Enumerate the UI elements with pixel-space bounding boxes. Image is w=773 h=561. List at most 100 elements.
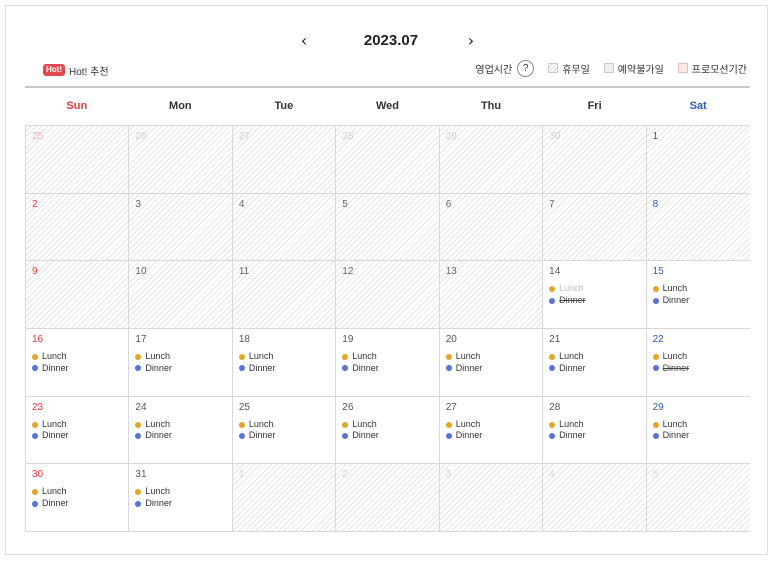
dinner-slot[interactable]: Dinner bbox=[32, 430, 128, 442]
calendar-day-cell[interactable]: 14 Lunch Dinner bbox=[543, 261, 647, 330]
calendar-day-cell: 12 bbox=[336, 261, 440, 330]
dinner-dot-icon bbox=[135, 500, 142, 507]
lunch-label: Lunch bbox=[455, 351, 481, 362]
lunch-slot[interactable]: Lunch bbox=[652, 351, 750, 363]
day-number: 29 bbox=[652, 401, 664, 413]
calendar-day-cell[interactable]: 29 Lunch Dinner bbox=[646, 396, 750, 465]
calendar-day-cell[interactable]: 30 Lunch Dinner bbox=[26, 464, 130, 533]
calendar-day-cell: 2 bbox=[336, 464, 440, 533]
calendar-day-cell[interactable]: 24 Lunch Dinner bbox=[129, 396, 233, 465]
lunch-slot[interactable]: Lunch bbox=[32, 419, 128, 431]
dinner-slot[interactable]: Dinner bbox=[652, 430, 750, 442]
lunch-dot-icon bbox=[652, 353, 659, 360]
lunch-slot[interactable]: Lunch bbox=[135, 419, 231, 431]
lunch-label: Lunch bbox=[662, 418, 688, 429]
dinner-slot[interactable]: Dinner bbox=[549, 363, 645, 375]
lunch-label: Lunch bbox=[352, 418, 377, 429]
dinner-slot[interactable]: Dinner bbox=[549, 430, 645, 442]
meal-slots: Lunch Dinner bbox=[445, 419, 542, 442]
dinner-slot[interactable]: Dinner bbox=[32, 498, 128, 510]
calendar-day-cell[interactable]: 22 Lunch Dinner bbox=[646, 329, 750, 397]
dinner-slot[interactable]: Dinner bbox=[238, 362, 335, 375]
lunch-slot[interactable]: Lunch bbox=[135, 351, 231, 363]
lunch-slot[interactable]: Lunch bbox=[32, 486, 128, 498]
lunch-label: Lunch bbox=[662, 283, 688, 294]
holiday-swatch bbox=[548, 63, 559, 73]
lunch-dot-icon bbox=[652, 421, 659, 428]
meal-slots: Lunch Dinner bbox=[342, 419, 438, 442]
lunch-slot[interactable]: Lunch bbox=[549, 351, 645, 363]
lunch-slot[interactable]: Lunch bbox=[549, 419, 645, 431]
legend-promo: 프로모션기간 bbox=[677, 61, 747, 76]
lunch-label: Lunch bbox=[248, 418, 274, 429]
calendar-day-cell[interactable]: 15 Lunch Dinner bbox=[646, 261, 750, 330]
calendar-day-cell[interactable]: 19 Lunch Dinner bbox=[336, 329, 440, 397]
meal-slots: Lunch Dinner bbox=[238, 418, 335, 442]
calendar-day-cell[interactable]: 25 Lunch Dinner bbox=[232, 396, 337, 465]
calendar-day-cell[interactable]: 20 Lunch Dinner bbox=[439, 329, 544, 397]
dinner-slot[interactable]: Dinner bbox=[135, 498, 231, 510]
calendar-day-cell[interactable]: 31 Lunch Dinner bbox=[129, 464, 233, 533]
business-hours-label: 영업시간 bbox=[475, 64, 513, 76]
day-number: 28 bbox=[549, 401, 561, 413]
dinner-slot[interactable]: Dinner bbox=[135, 430, 231, 442]
calendar-day-cell: 9 bbox=[26, 261, 130, 330]
dinner-label: Dinner bbox=[662, 430, 690, 441]
dinner-slot[interactable]: Dinner bbox=[445, 363, 542, 375]
lunch-slot[interactable]: Lunch bbox=[445, 351, 542, 363]
dinner-label: Dinner bbox=[559, 430, 586, 441]
calendar-day-cell[interactable]: 21 Lunch Dinner bbox=[543, 329, 647, 397]
dinner-slot[interactable]: Dinner bbox=[32, 363, 128, 375]
dinner-label: Dinner bbox=[248, 362, 276, 373]
legend-holiday-label: 휴무일 bbox=[562, 64, 590, 76]
day-number: 8 bbox=[652, 198, 659, 210]
dinner-dot-icon bbox=[238, 365, 245, 372]
lunch-dot-icon bbox=[549, 353, 556, 360]
lunch-slot[interactable]: Lunch bbox=[342, 419, 438, 431]
dinner-slot[interactable]: Dinner bbox=[445, 430, 542, 442]
calendar-day-cell[interactable]: 27 Lunch Dinner bbox=[439, 396, 544, 465]
dinner-label: Dinner bbox=[352, 430, 379, 441]
chevron-right-icon[interactable]: › bbox=[461, 30, 481, 54]
dinner-dot-icon bbox=[342, 365, 349, 372]
dinner-label: Dinner bbox=[559, 294, 586, 305]
dinner-dot-icon bbox=[32, 500, 38, 507]
calendar-day-cell[interactable]: 28 Lunch Dinner bbox=[543, 396, 647, 465]
lunch-slot[interactable]: Lunch bbox=[445, 419, 542, 431]
dinner-slot[interactable]: Dinner bbox=[342, 430, 438, 442]
lunch-label: Lunch bbox=[42, 486, 67, 497]
lunch-slot[interactable]: Lunch bbox=[342, 351, 438, 363]
lunch-slot[interactable]: Lunch bbox=[652, 283, 750, 295]
lunch-slot[interactable]: Lunch bbox=[238, 351, 335, 363]
lunch-slot[interactable]: Lunch bbox=[652, 418, 750, 431]
dinner-slot[interactable]: Dinner bbox=[238, 430, 335, 442]
meal-slots: Lunch Dinner bbox=[652, 418, 750, 442]
dinner-slot[interactable]: Dinner bbox=[135, 363, 231, 375]
calendar-day-cell[interactable]: 18 Lunch Dinner bbox=[232, 329, 337, 397]
lunch-dot-icon bbox=[549, 286, 556, 293]
calendar-day-cell: 27 bbox=[232, 126, 337, 194]
calendar-day-cell[interactable]: 16 Lunch Dinner bbox=[26, 329, 130, 397]
chevron-left-icon[interactable]: ‹ bbox=[294, 30, 314, 54]
day-number: 5 bbox=[342, 198, 348, 210]
day-number: 17 bbox=[135, 334, 147, 346]
dinner-slot[interactable]: Dinner bbox=[652, 295, 750, 307]
day-number: 13 bbox=[445, 266, 457, 278]
help-icon[interactable]: ? bbox=[517, 59, 535, 77]
calendar-day-cell[interactable]: 26 Lunch Dinner bbox=[336, 396, 440, 465]
day-number: 3 bbox=[445, 469, 452, 481]
day-number: 21 bbox=[549, 334, 561, 346]
lunch-slot[interactable]: Lunch bbox=[32, 351, 128, 363]
dinner-slot[interactable]: Dinner bbox=[342, 363, 438, 375]
calendar-legend: 영업시간 ? 휴무일 예약불가일 프로모션기간 bbox=[475, 58, 747, 78]
day-number: 19 bbox=[342, 334, 354, 346]
calendar-day-cell[interactable]: 23 Lunch Dinner bbox=[26, 396, 130, 465]
day-number: 26 bbox=[135, 131, 147, 142]
calendar-day-cell: 11 bbox=[232, 261, 337, 330]
lunch-dot-icon bbox=[238, 353, 245, 360]
meal-slots: Lunch Dinner bbox=[549, 351, 645, 374]
lunch-slot[interactable]: Lunch bbox=[238, 418, 335, 431]
calendar-day-cell[interactable]: 17 Lunch Dinner bbox=[129, 329, 233, 397]
lunch-slot[interactable]: Lunch bbox=[135, 486, 231, 498]
legend-promo-label: 프로모션기간 bbox=[691, 64, 747, 76]
